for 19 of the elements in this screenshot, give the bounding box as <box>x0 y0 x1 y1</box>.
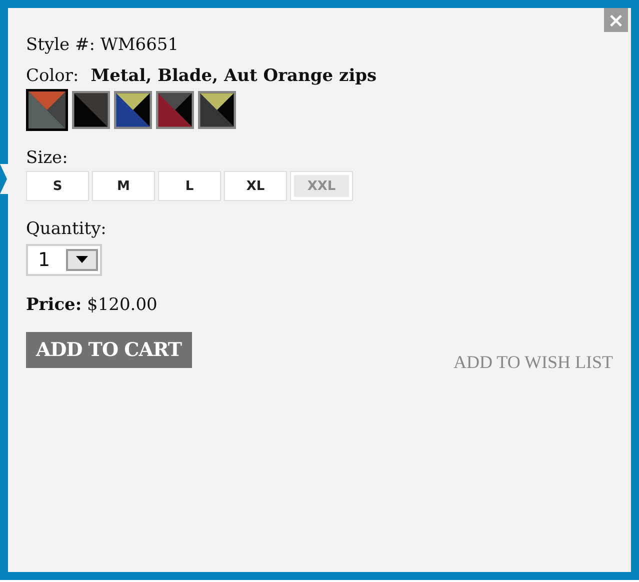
style-label: Style #: <box>26 35 95 55</box>
size-option[interactable]: M <box>92 171 155 201</box>
color-swatch[interactable] <box>26 89 68 131</box>
size-option[interactable]: XL <box>224 171 287 201</box>
style-number: WM6651 <box>100 35 179 55</box>
size-label: Size: <box>26 147 69 169</box>
price-label: Price: <box>26 295 82 315</box>
color-swatch[interactable] <box>198 91 236 129</box>
color-swatch[interactable] <box>156 91 194 129</box>
add-to-cart-button[interactable]: ADD TO CART <box>26 332 192 368</box>
color-label: Color: <box>26 65 79 87</box>
quantity-select[interactable]: 1 <box>26 244 102 276</box>
color-swatch[interactable] <box>72 91 110 129</box>
size-option[interactable]: L <box>158 171 221 201</box>
color-swatch[interactable] <box>114 91 152 129</box>
price-value: $120.00 <box>87 295 158 315</box>
size-option[interactable]: S <box>26 171 89 201</box>
quantity-label: Quantity: <box>26 218 108 240</box>
color-name: Metal, Blade, Aut Orange zips <box>90 65 377 87</box>
